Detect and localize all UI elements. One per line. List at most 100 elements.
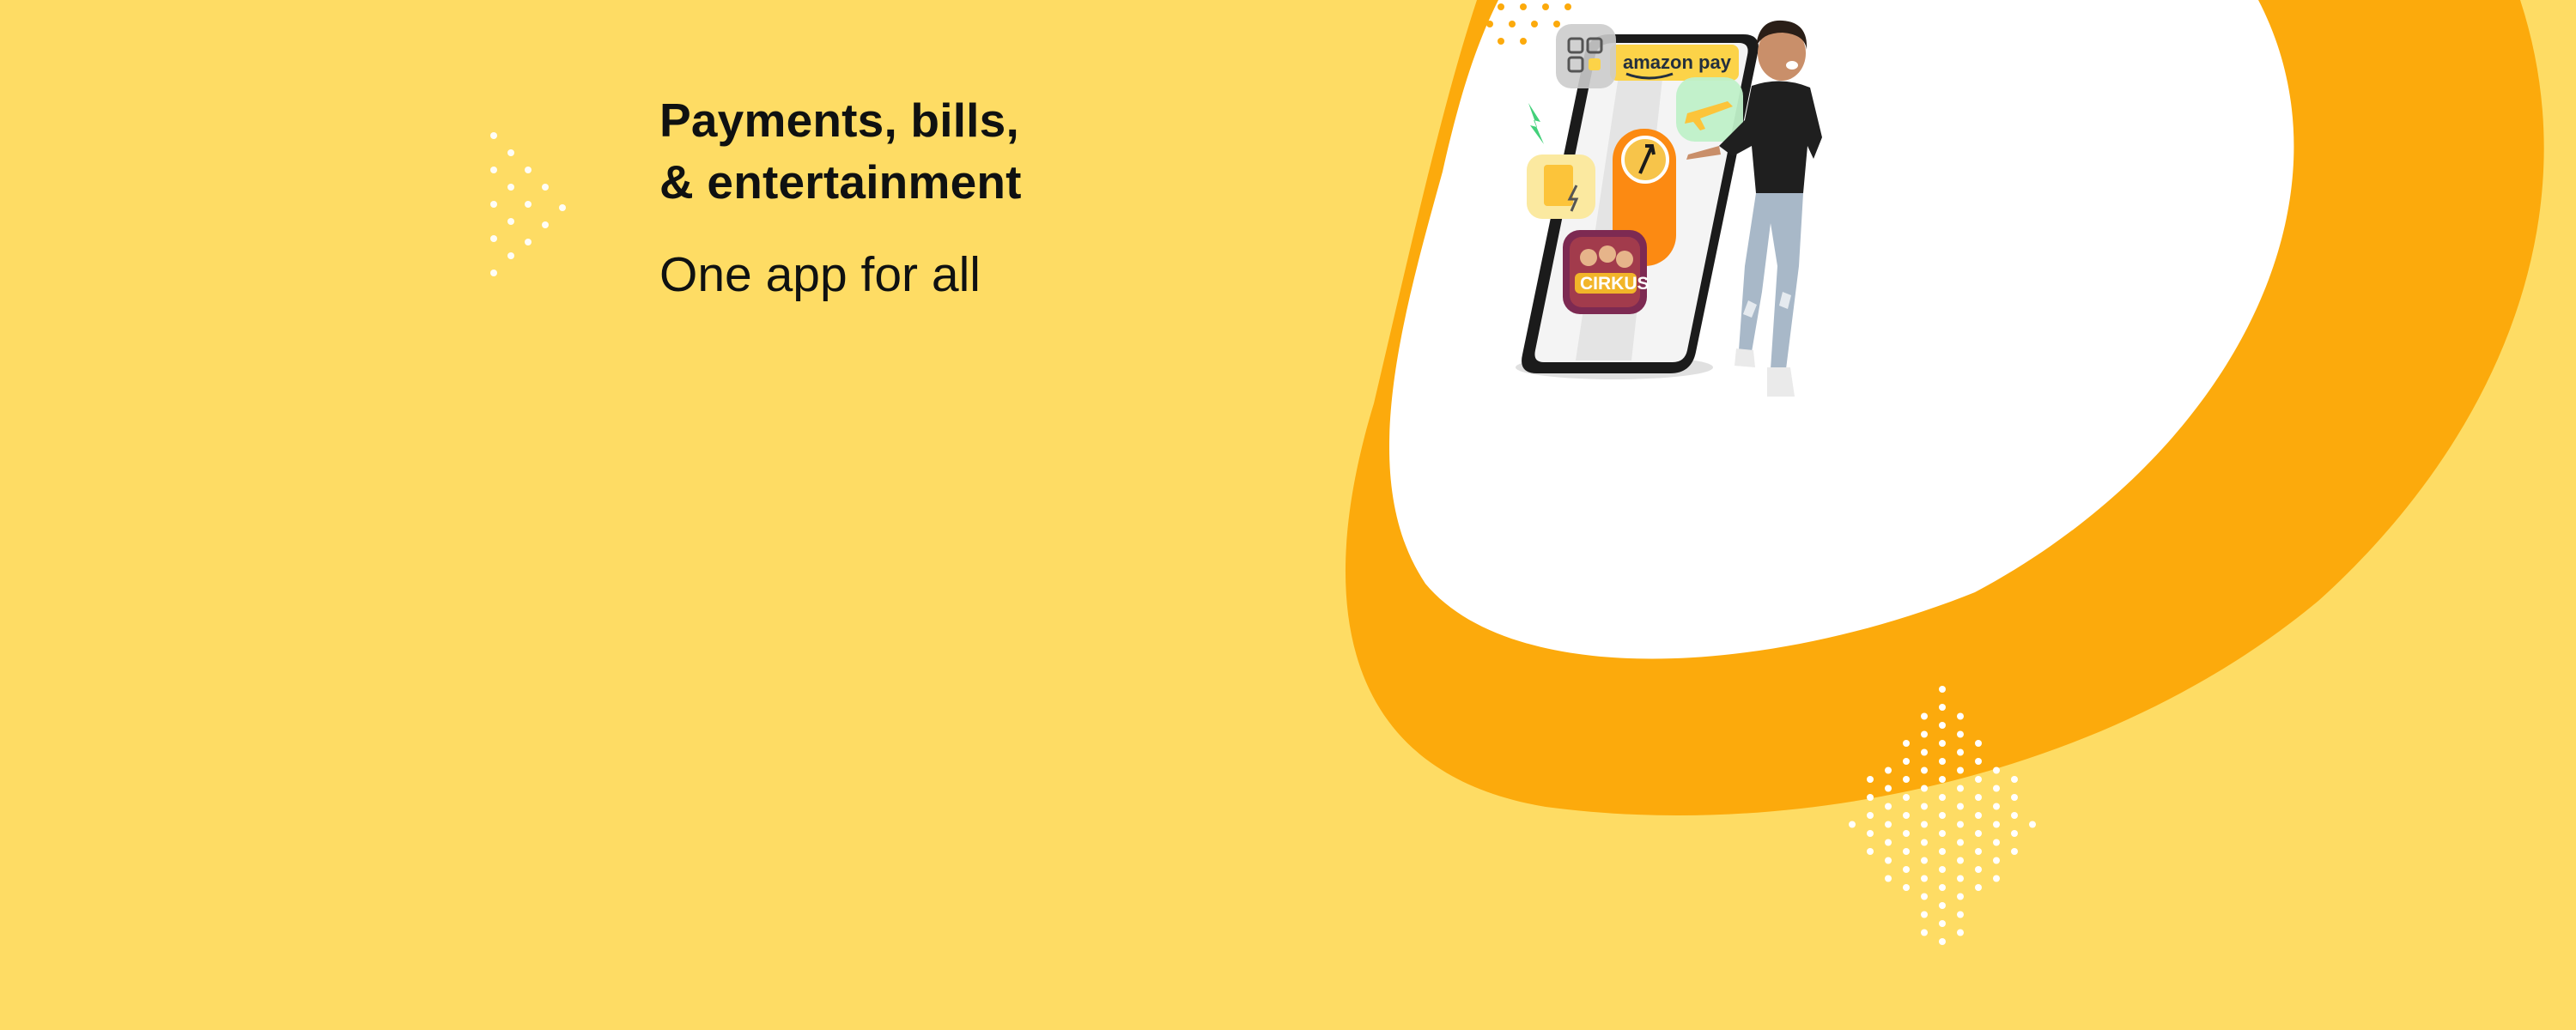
pattern-dot <box>1867 830 1874 837</box>
pattern-dot <box>1993 766 2000 774</box>
pattern-dot <box>1975 812 1982 819</box>
pattern-dot <box>1939 884 1946 891</box>
pattern-dot <box>1885 839 1892 846</box>
pattern-dot <box>1957 821 1964 828</box>
pattern-dot <box>1939 794 1946 801</box>
pattern-dot <box>1921 893 1928 900</box>
pattern-dot <box>1921 803 1928 810</box>
pattern-dot <box>1975 848 1982 855</box>
amazon-pay-logo: amazon pay <box>1623 52 1732 73</box>
pattern-dot <box>1867 794 1874 801</box>
pattern-dot <box>1903 848 1910 855</box>
pattern-dot <box>1957 766 1964 774</box>
pattern-dot <box>1921 712 1928 720</box>
pattern-dot <box>1939 920 1946 927</box>
pattern-dot <box>1921 730 1928 738</box>
pattern-dot <box>1885 821 1892 828</box>
pattern-dot <box>2011 830 2018 837</box>
cirkus-label: CIRKUS <box>1580 274 1649 294</box>
pattern-dot <box>1993 857 2000 864</box>
pattern-dot <box>1975 776 1982 783</box>
pattern-dot <box>1993 803 2000 810</box>
upi-arrow-icon <box>1621 136 1669 184</box>
pattern-dot <box>1921 875 1928 882</box>
pattern-dot <box>2011 794 2018 801</box>
promo-banner[interactable]: Payments, bills, & entertainment One app… <box>0 0 2576 1030</box>
pattern-dot <box>1957 730 1964 738</box>
qr-scan-icon <box>1556 24 1616 88</box>
pattern-dot <box>2011 776 2018 783</box>
pattern-dot <box>1921 821 1928 828</box>
pattern-dot <box>1975 830 1982 837</box>
pattern-dot <box>1885 803 1892 810</box>
pattern-dot <box>1957 712 1964 720</box>
pattern-dot <box>1885 785 1892 792</box>
pattern-dot <box>1993 785 2000 792</box>
headline: Payments, bills, & entertainment <box>659 89 1022 213</box>
pattern-dot <box>1921 748 1928 756</box>
pattern-dot <box>1903 812 1910 819</box>
pattern-dot <box>1921 839 1928 846</box>
pattern-dot <box>1939 686 1946 693</box>
pattern-dot <box>1939 902 1946 909</box>
pattern-dot <box>2011 812 2018 819</box>
pattern-dot <box>1939 812 1946 819</box>
sneaker-right <box>1767 367 1795 397</box>
pattern-dot <box>1939 866 1946 873</box>
pattern-dot <box>1939 776 1946 783</box>
subheadline: One app for all <box>659 247 981 302</box>
pattern-dot <box>1867 776 1874 783</box>
background-shapes <box>0 0 2576 1030</box>
pattern-dot <box>1939 704 1946 711</box>
pattern-dot <box>1903 884 1910 891</box>
pattern-dot <box>1957 803 1964 810</box>
pattern-dot <box>1939 848 1946 855</box>
pattern-dot <box>1867 848 1874 855</box>
pattern-dot <box>1975 866 1982 873</box>
headline-line-1: Payments, bills, <box>659 94 1019 147</box>
pattern-dot <box>1993 821 2000 828</box>
pattern-dot <box>1903 758 1910 765</box>
pattern-dot <box>1957 893 1964 900</box>
pattern-dot <box>1957 839 1964 846</box>
cirkus-app-tile: CIRKUS <box>1563 230 1649 314</box>
pattern-dot <box>1921 911 1928 918</box>
pattern-dot <box>1975 740 1982 747</box>
pattern-dot <box>1957 857 1964 864</box>
pattern-dot <box>1975 758 1982 765</box>
pattern-dot <box>1993 875 2000 882</box>
pattern-dot <box>1921 766 1928 774</box>
pattern-dot <box>1957 748 1964 756</box>
pattern-dot <box>1957 911 1964 918</box>
pattern-dot <box>1975 794 1982 801</box>
pattern-dot <box>1921 929 1928 936</box>
pattern-dot <box>1957 785 1964 792</box>
pattern-dot <box>1885 857 1892 864</box>
pattern-dot <box>1957 875 1964 882</box>
pattern-dot <box>1939 938 1946 945</box>
pattern-dot <box>1849 821 1856 828</box>
pattern-dot <box>1903 740 1910 747</box>
pattern-dot <box>1939 830 1946 837</box>
pattern-dot <box>2029 821 2036 828</box>
pattern-dot <box>1957 929 1964 936</box>
sneaker-left <box>1735 348 1755 367</box>
pattern-dot <box>1975 884 1982 891</box>
lightning-icon <box>1528 103 1544 144</box>
pattern-dot <box>1939 722 1946 729</box>
pattern-dot <box>1903 776 1910 783</box>
pattern-dot <box>1921 857 1928 864</box>
pattern-dot <box>1939 758 1946 765</box>
pattern-dot <box>1885 875 1892 882</box>
bill-payment-icon <box>1527 154 1595 219</box>
pattern-dot <box>1903 794 1910 801</box>
pattern-dot <box>2011 848 2018 855</box>
headline-line-2: & entertainment <box>659 155 1022 209</box>
pattern-dot <box>1903 866 1910 873</box>
pattern-dot <box>1939 740 1946 747</box>
pattern-dot <box>1867 812 1874 819</box>
pattern-dot <box>1903 830 1910 837</box>
jeans <box>1739 193 1803 369</box>
hero-illustration: amazon pay CIRKUS <box>1516 20 1822 397</box>
pattern-dot <box>1885 766 1892 774</box>
